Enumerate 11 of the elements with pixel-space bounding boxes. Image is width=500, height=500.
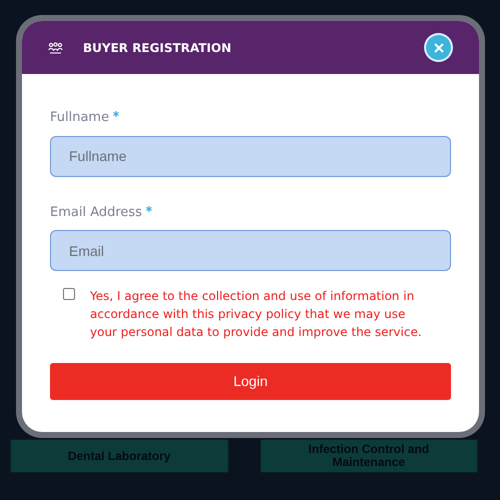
modal-title: BUYER REGISTRATION (83, 40, 232, 56)
input-field[interactable]: Email (50, 230, 451, 271)
input-field[interactable]: Fullname (50, 136, 451, 176)
close-button[interactable] (424, 33, 453, 62)
field-label: Fullname (50, 109, 110, 127)
consent-checkbox[interactable] (63, 288, 75, 300)
login-button[interactable]: Login (50, 363, 451, 400)
close-icon (434, 42, 444, 52)
consent-text: Yes, I agree to the collection and use of information in accordance with this privacy policy that we may use your personal data to provide and improve the service. (90, 288, 423, 341)
field-label: Email Address (50, 204, 142, 222)
people-icon (48, 42, 63, 54)
